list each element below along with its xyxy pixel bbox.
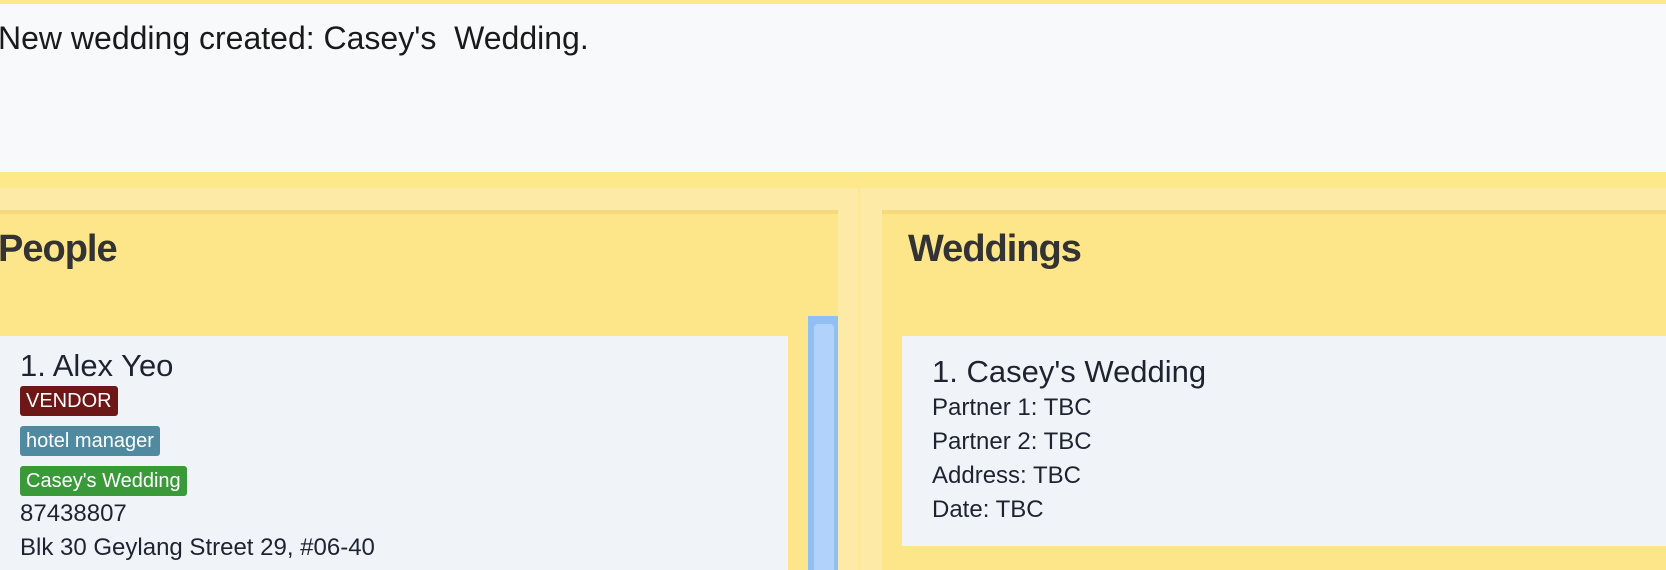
wedding-name: 1. Casey's Wedding: [932, 354, 1207, 389]
people-scrollbar-thumb[interactable]: [814, 324, 834, 570]
tag-hotel-manager: hotel manager: [20, 426, 160, 456]
result-message: New wedding created: Casey's Wedding.: [0, 20, 589, 56]
person-name: 1. Alex Yeo: [20, 348, 174, 383]
wedding-date: Date: TBC: [932, 496, 1044, 523]
tag-wedding: Casey's Wedding: [20, 466, 187, 496]
person-card[interactable]: 1. Alex Yeo VENDOR hotel manager Casey's…: [0, 336, 788, 570]
person-phone: 87438807: [20, 500, 127, 527]
people-panel-edge: [0, 210, 838, 214]
wedding-partner1: Partner 1: TBC: [932, 394, 1092, 421]
vendor-tag: VENDOR: [20, 386, 118, 416]
person-address: Blk 30 Geylang Street 29, #06-40: [20, 534, 375, 561]
weddings-panel-title: Weddings: [908, 228, 1082, 270]
wedding-address: Address: TBC: [932, 462, 1081, 489]
wedding-card[interactable]: 1. Casey's Wedding Partner 1: TBC Partne…: [902, 336, 1666, 546]
wedding-partner2: Partner 2: TBC: [932, 428, 1092, 455]
result-display: New wedding created: Casey's Wedding.: [0, 4, 1666, 172]
weddings-panel-edge: [882, 210, 1666, 214]
people-panel-title: People: [0, 228, 118, 270]
